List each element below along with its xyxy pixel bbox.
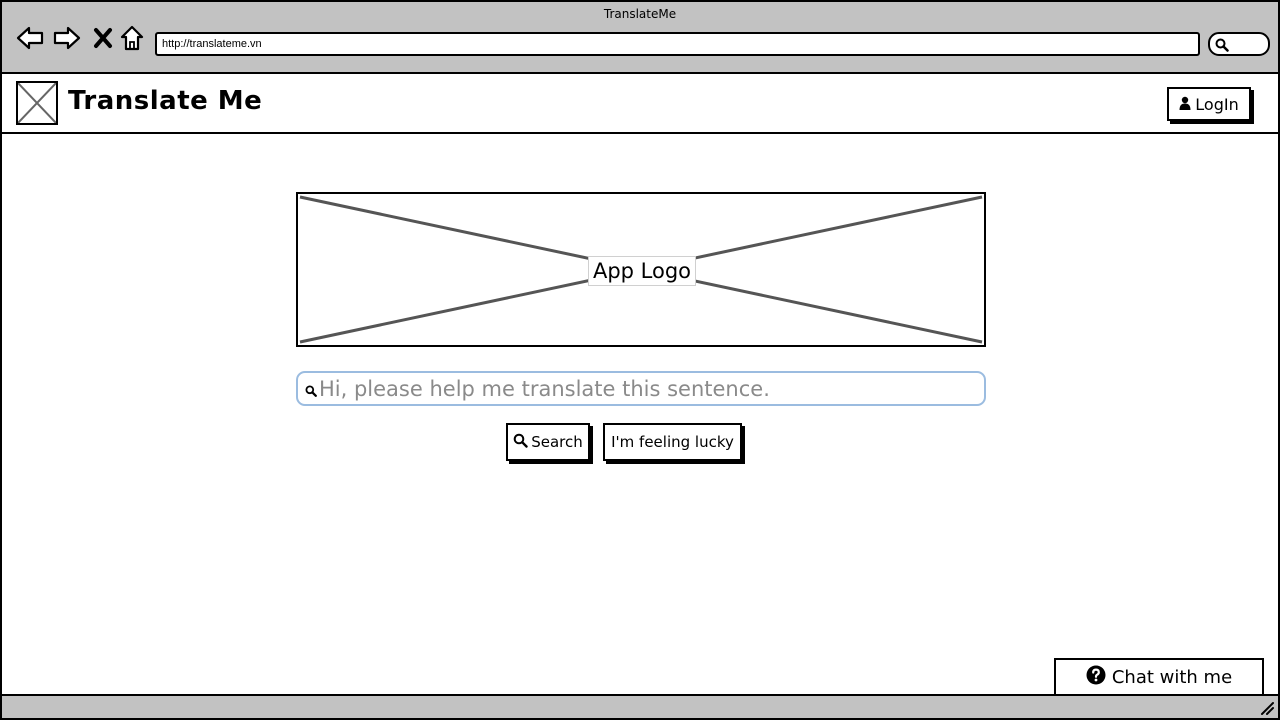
feeling-lucky-button[interactable]: I'm feeling lucky <box>603 423 742 461</box>
search-button-label: Search <box>531 433 583 451</box>
translate-search-box[interactable] <box>296 371 986 406</box>
chat-with-me-button[interactable]: Chat with me <box>1054 658 1264 694</box>
login-label: LogIn <box>1195 94 1239 114</box>
address-bar[interactable] <box>155 32 1200 56</box>
forward-icon[interactable] <box>53 24 81 52</box>
brand-title[interactable]: Translate Me <box>68 86 262 116</box>
app-logo-label: App Logo <box>588 256 696 286</box>
back-icon[interactable] <box>16 24 44 52</box>
login-button[interactable]: LogIn <box>1167 87 1251 121</box>
chat-label: Chat with me <box>1111 666 1233 688</box>
search-icon <box>513 433 528 452</box>
browser-window: TranslateMe http://translateme.vn Transl… <box>0 0 1280 720</box>
search-button[interactable]: Search <box>506 423 590 461</box>
app-header: Translate Me LogIn <box>2 74 1278 134</box>
feeling-lucky-label: I'm feeling lucky <box>611 433 734 451</box>
browser-statusbar <box>2 694 1278 718</box>
browser-titlebar: TranslateMe <box>2 2 1278 74</box>
home-icon[interactable] <box>118 24 146 52</box>
search-icon <box>1215 37 1229 56</box>
app-logo-placeholder: App Logo <box>296 192 986 347</box>
help-circle-icon <box>1086 665 1106 690</box>
stop-icon[interactable] <box>89 24 117 52</box>
user-icon <box>1179 95 1191 114</box>
brand-image-placeholder <box>16 81 58 125</box>
search-icon <box>305 382 317 401</box>
resize-grip-icon[interactable] <box>1260 700 1274 719</box>
browser-search-field[interactable] <box>1208 32 1270 56</box>
translate-search-input[interactable] <box>319 375 969 402</box>
window-title: TranslateMe <box>603 7 677 21</box>
